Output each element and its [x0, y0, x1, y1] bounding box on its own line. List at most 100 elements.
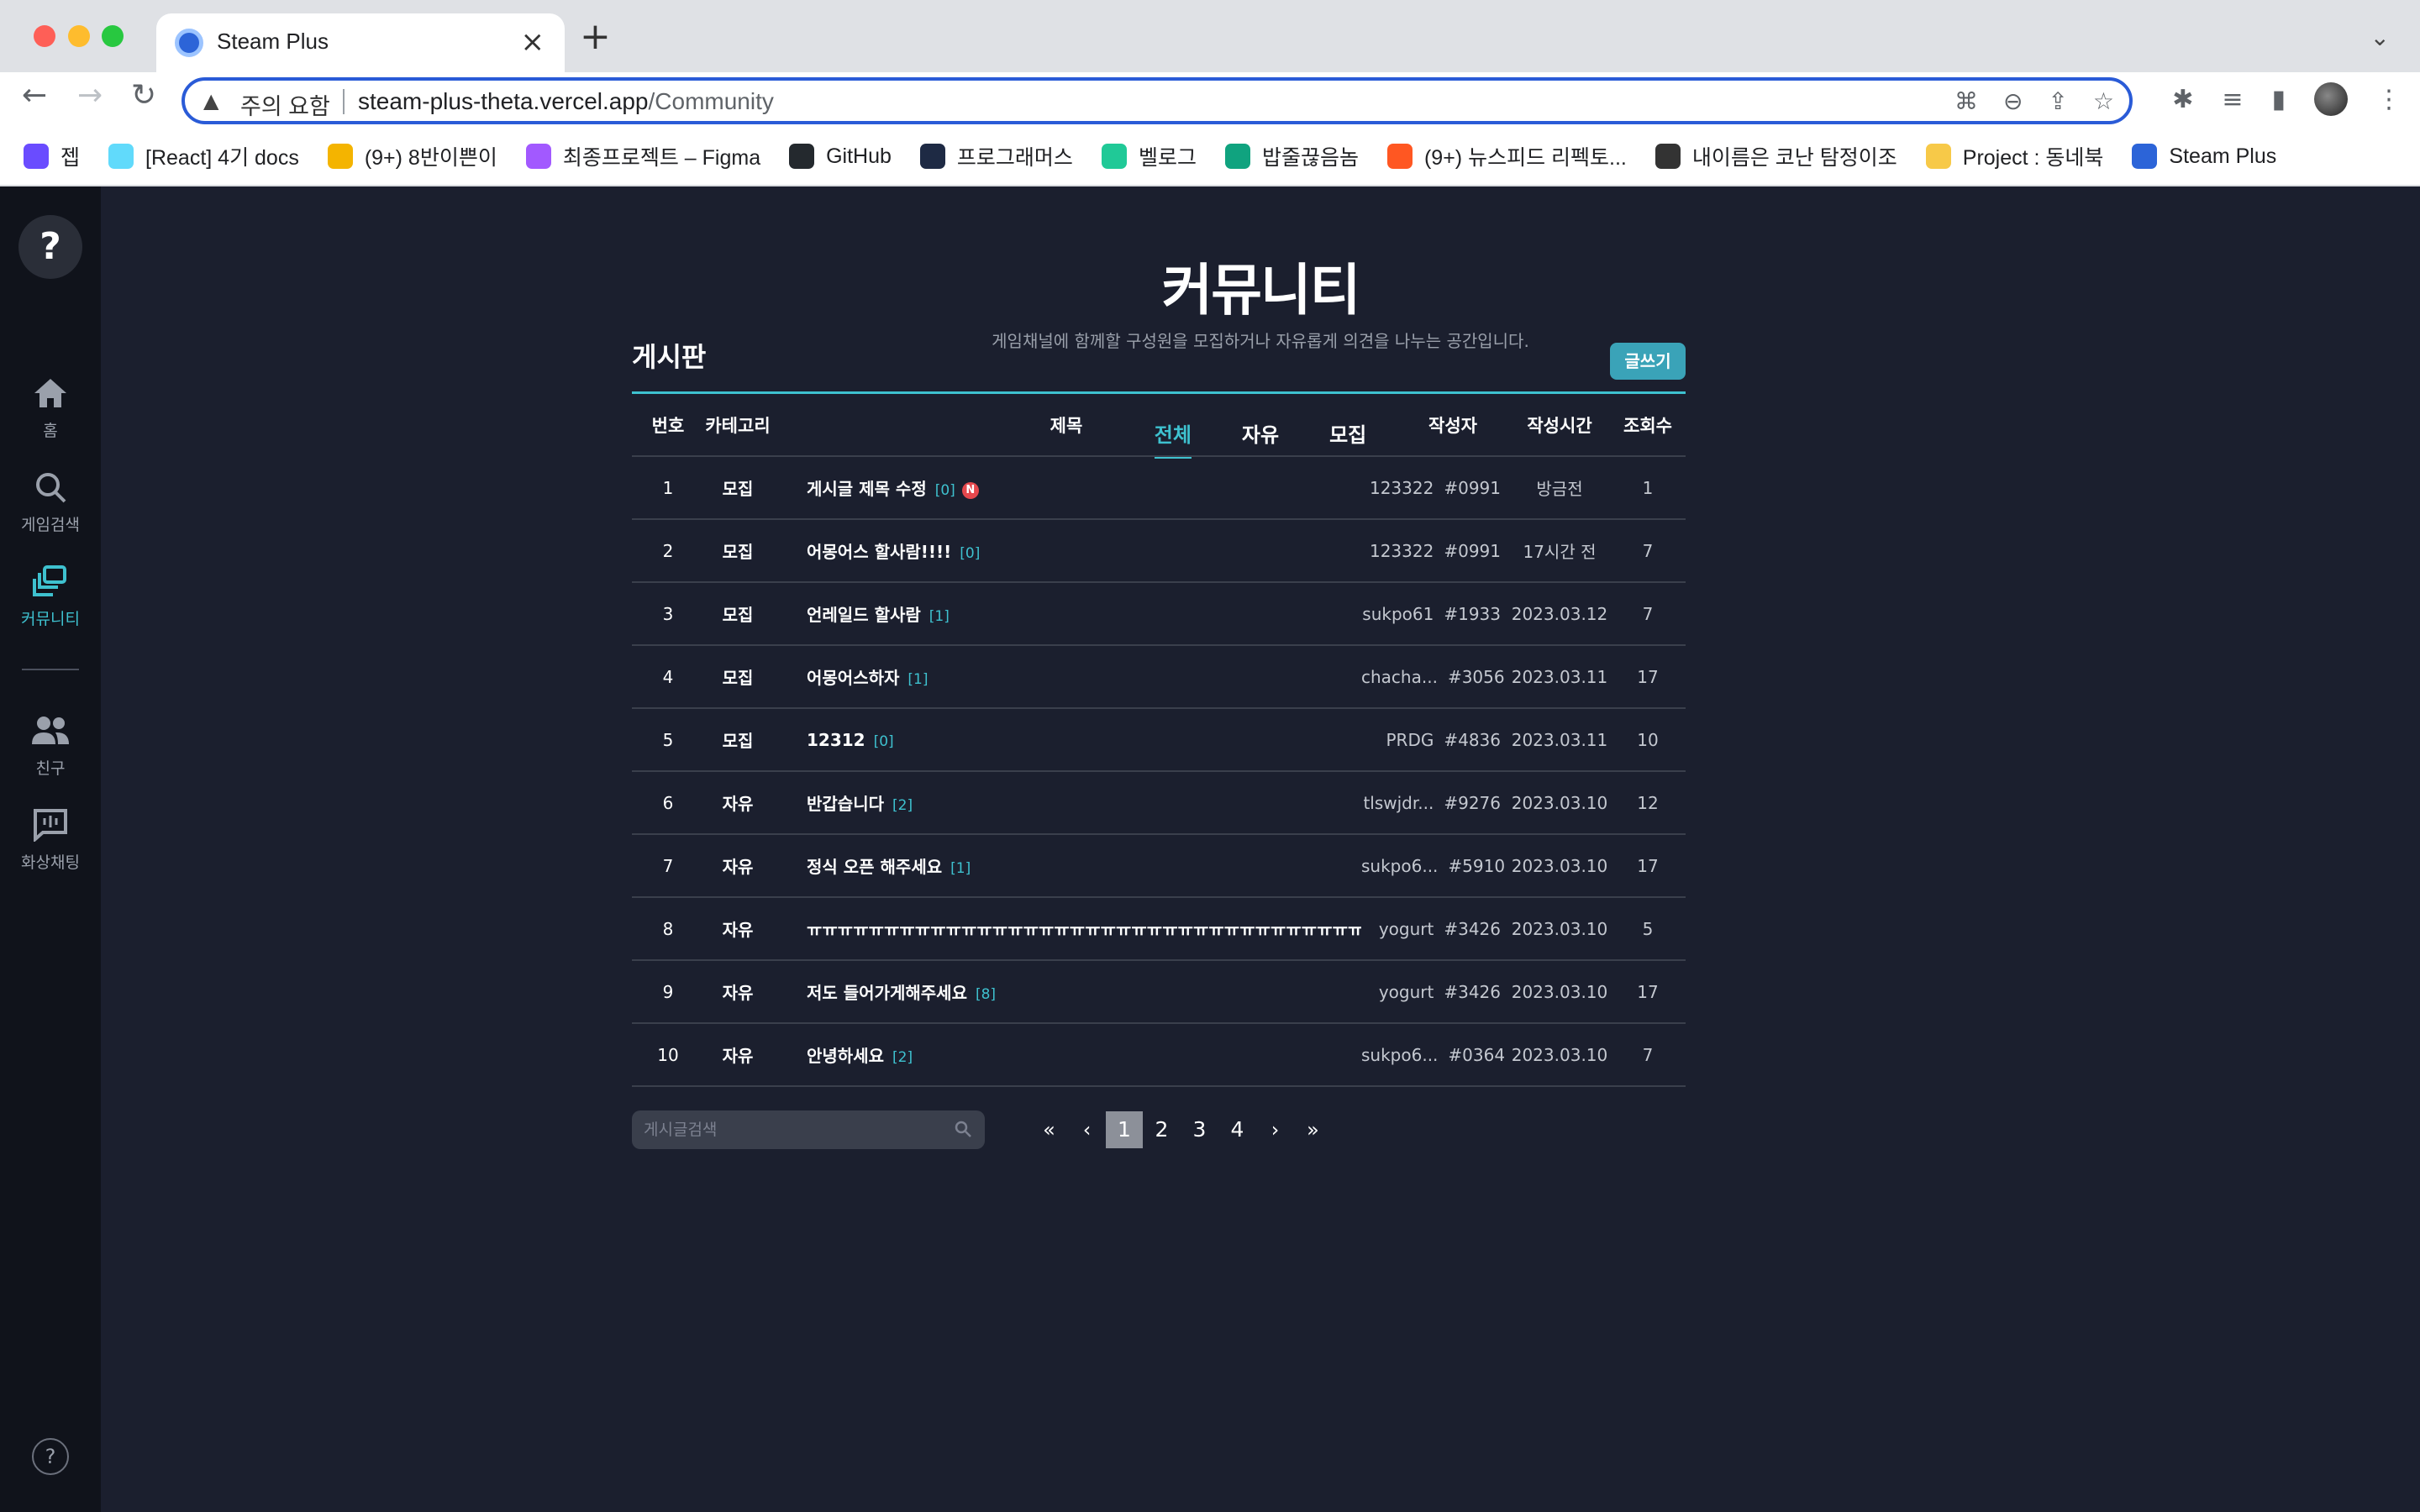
page-button-4[interactable]: 4	[1218, 1110, 1256, 1149]
sidebar-divider	[22, 669, 79, 670]
bookmark-item[interactable]: Steam Plus	[2132, 144, 2276, 169]
tab-search-chevron-icon[interactable]: ⌄	[2370, 24, 2390, 51]
table-row[interactable]: 4 모집 어몽어스하자 [1] chacha... #3056 2023.03.11 17	[632, 645, 1686, 709]
post-number: 7	[632, 834, 704, 898]
minimize-window-button[interactable]	[68, 25, 90, 47]
browser-tab[interactable]: Steam Plus ×	[156, 13, 565, 72]
prev-page-button[interactable]: ‹	[1068, 1110, 1106, 1149]
media-queue-icon[interactable]: ≡	[2222, 85, 2243, 114]
column-header-author: 작성자	[1361, 394, 1509, 457]
zoom-icon[interactable]: ⊖	[2003, 87, 2023, 115]
bookmark-item[interactable]: 최종프로젝트 – Figma	[525, 141, 761, 171]
write-post-button[interactable]: 글쓰기	[1610, 343, 1686, 380]
author-tag: #3426	[1444, 918, 1501, 939]
bookmark-label: (9+) 뉴스피드 리펙토...	[1423, 146, 1627, 170]
back-arrow-icon[interactable]: ←	[22, 81, 47, 111]
last-page-button[interactable]: »	[1294, 1110, 1332, 1149]
search-icon[interactable]	[953, 1119, 973, 1139]
bookmark-item[interactable]: (9+) 8반이쁜이	[327, 141, 497, 171]
author-tag: #0364	[1448, 1044, 1506, 1065]
page-button-3[interactable]: 3	[1181, 1110, 1218, 1149]
table-row[interactable]: 3 모집 언레일드 할사람 [1] sukpo61 #1933 2023.03.12 7	[632, 582, 1686, 646]
post-title-cell[interactable]: 언레일드 할사람 [1]	[771, 582, 1361, 646]
bookmark-item[interactable]: 내이름은 코난 탐정이조	[1655, 141, 1897, 171]
post-time: 2023.03.10	[1509, 834, 1610, 898]
post-title-cell[interactable]: 어몽어스 할사람!!!! [0]	[771, 519, 1361, 583]
table-row[interactable]: 2 모집 어몽어스 할사람!!!! [0] 123322 #0991 17시간 전7	[632, 519, 1686, 583]
page-button-1[interactable]: 1	[1106, 1111, 1143, 1148]
table-row[interactable]: 5 모집 12312 [0] PRDG #4836 2023.03.11 10	[632, 708, 1686, 772]
sidebar-item-friends[interactable]: 친구	[0, 714, 101, 779]
emoji-icon	[327, 144, 353, 169]
post-title[interactable]: 어몽어스 할사람!!!!	[807, 542, 951, 562]
forward-arrow-icon[interactable]: →	[77, 81, 103, 111]
sidebar-item-game-search[interactable]: 게임검색	[0, 470, 101, 535]
bookmark-item[interactable]: 젭	[24, 141, 80, 171]
close-window-button[interactable]	[34, 25, 55, 47]
post-title[interactable]: 어몽어스하자	[807, 668, 899, 688]
bookmark-item[interactable]: 벨로그	[1101, 141, 1197, 171]
translate-icon[interactable]: ⌘	[1954, 87, 1978, 115]
bookmark-item[interactable]: GitHub	[789, 144, 892, 169]
table-row[interactable]: 8자유ㅠㅠㅠㅠㅠㅠㅠㅠㅠㅠㅠㅠㅠㅠㅠㅠㅠㅠㅠㅠㅠㅠㅠㅠㅠㅠㅠㅠㅠㅠㅠㅠㅠㅠㅠㅠ[…	[632, 897, 1686, 961]
post-title[interactable]: 언레일드 할사람	[807, 605, 921, 625]
bookmark-item[interactable]: 밥줄끊음놈	[1224, 141, 1359, 171]
post-title-cell[interactable]: 12312 [0]	[771, 708, 1361, 772]
bookmark-item[interactable]: 프로그래머스	[919, 141, 1073, 171]
video-chat-icon	[34, 809, 67, 842]
post-views: 17	[1610, 960, 1686, 1024]
post-title[interactable]: 반갑습니다	[807, 794, 884, 814]
table-row[interactable]: 6 자유 반갑습니다 [2] tlswjdr... #9276 2023.03.10 12	[632, 771, 1686, 835]
extensions-puzzle-icon[interactable]: ✱	[2172, 85, 2193, 114]
bookmark-item[interactable]: [React] 4기 docs	[108, 141, 299, 171]
warning-triangle-icon[interactable]: ▲	[203, 89, 218, 113]
app-logo-help-icon[interactable]: ?	[18, 215, 82, 279]
post-category: 자유	[704, 834, 771, 898]
table-row[interactable]: 10 자유 안녕하세요 [2] sukpo6... #0364 2023.03.10 7	[632, 1023, 1686, 1087]
share-icon[interactable]: ⇪	[2048, 87, 2067, 115]
fire-icon	[1386, 144, 1413, 169]
sidebar-item-video-chat[interactable]: 화상채팅	[0, 808, 101, 873]
post-title[interactable]: 정식 오픈 해주세요	[807, 857, 942, 877]
post-title[interactable]: 안녕하세요	[807, 1046, 884, 1066]
post-title[interactable]: 게시글 제목 수정	[807, 479, 927, 499]
post-title[interactable]: 12312	[807, 730, 865, 750]
bookmark-item[interactable]: (9+) 뉴스피드 리펙토...	[1386, 141, 1627, 171]
sidebar-item-community[interactable]: 커뮤니티	[0, 564, 101, 629]
search-icon	[36, 473, 66, 503]
table-row[interactable]: 1 모집 게시글 제목 수정 [0] N 123322 #0991 방금전 1	[632, 456, 1686, 520]
post-title-cell[interactable]: 안녕하세요 [2]	[771, 1023, 1361, 1087]
post-title[interactable]: 저도 들어가게해주세요	[807, 983, 967, 1003]
profile-avatar[interactable]	[2314, 82, 2348, 116]
bookmark-star-icon[interactable]: ☆	[2093, 87, 2114, 115]
address-bar[interactable]: ▲ 주의 요함 steam-plus-theta.vercel.app/Comm…	[182, 77, 2133, 124]
first-page-button[interactable]: «	[1030, 1110, 1068, 1149]
tab-close-icon[interactable]: ×	[521, 25, 545, 59]
table-row[interactable]: 9 자유 저도 들어가게해주세요 [8] yogurt #3426 2023.03.10 17	[632, 960, 1686, 1024]
post-title[interactable]: ㅠㅠㅠㅠㅠㅠㅠㅠㅠㅠㅠㅠㅠㅠㅠㅠㅠㅠㅠㅠㅠㅠㅠㅠㅠㅠㅠㅠㅠㅠㅠㅠㅠㅠㅠㅠ	[807, 920, 1361, 940]
bookmark-item[interactable]: Project : 동네북	[1925, 141, 2103, 171]
github-icon	[789, 144, 815, 169]
post-title-cell[interactable]: 어몽어스하자 [1]	[771, 645, 1361, 709]
help-icon[interactable]: ?	[32, 1438, 69, 1475]
new-tab-icon[interactable]: +	[580, 18, 611, 55]
post-search-input[interactable]	[644, 1117, 946, 1142]
post-title-cell[interactable]: 반갑습니다 [2]	[771, 771, 1361, 835]
post-title-cell[interactable]: 정식 오픈 해주세요 [1]	[771, 834, 1361, 898]
post-title-cell[interactable]: 게시글 제목 수정 [0] N	[771, 456, 1361, 520]
table-row[interactable]: 7 자유 정식 오픈 해주세요 [1] sukpo6... #5910 2023.03.10…	[632, 834, 1686, 898]
bookmark-label: 최종프로젝트 – Figma	[562, 146, 761, 170]
post-title-cell[interactable]: 저도 들어가게해주세요 [8]	[771, 960, 1361, 1024]
page-button-2[interactable]: 2	[1143, 1110, 1181, 1149]
reload-icon[interactable]: ↻	[131, 81, 156, 111]
sidebar-item-home[interactable]: 홈	[0, 376, 101, 441]
post-number: 6	[632, 771, 704, 835]
side-panel-icon[interactable]: ▮	[2271, 85, 2286, 114]
maximize-window-button[interactable]	[102, 25, 124, 47]
security-warning-label[interactable]: 주의 요함	[240, 88, 330, 121]
post-title-cell[interactable]: ㅠㅠㅠㅠㅠㅠㅠㅠㅠㅠㅠㅠㅠㅠㅠㅠㅠㅠㅠㅠㅠㅠㅠㅠㅠㅠㅠㅠㅠㅠㅠㅠㅠㅠㅠㅠ[0]	[771, 897, 1361, 961]
url-text[interactable]: steam-plus-theta.vercel.app/Community	[358, 88, 774, 115]
author-name: sukpo6...	[1361, 855, 1439, 876]
kebab-menu-icon[interactable]: ⋮	[2376, 85, 2402, 114]
next-page-button[interactable]: ›	[1256, 1110, 1294, 1149]
